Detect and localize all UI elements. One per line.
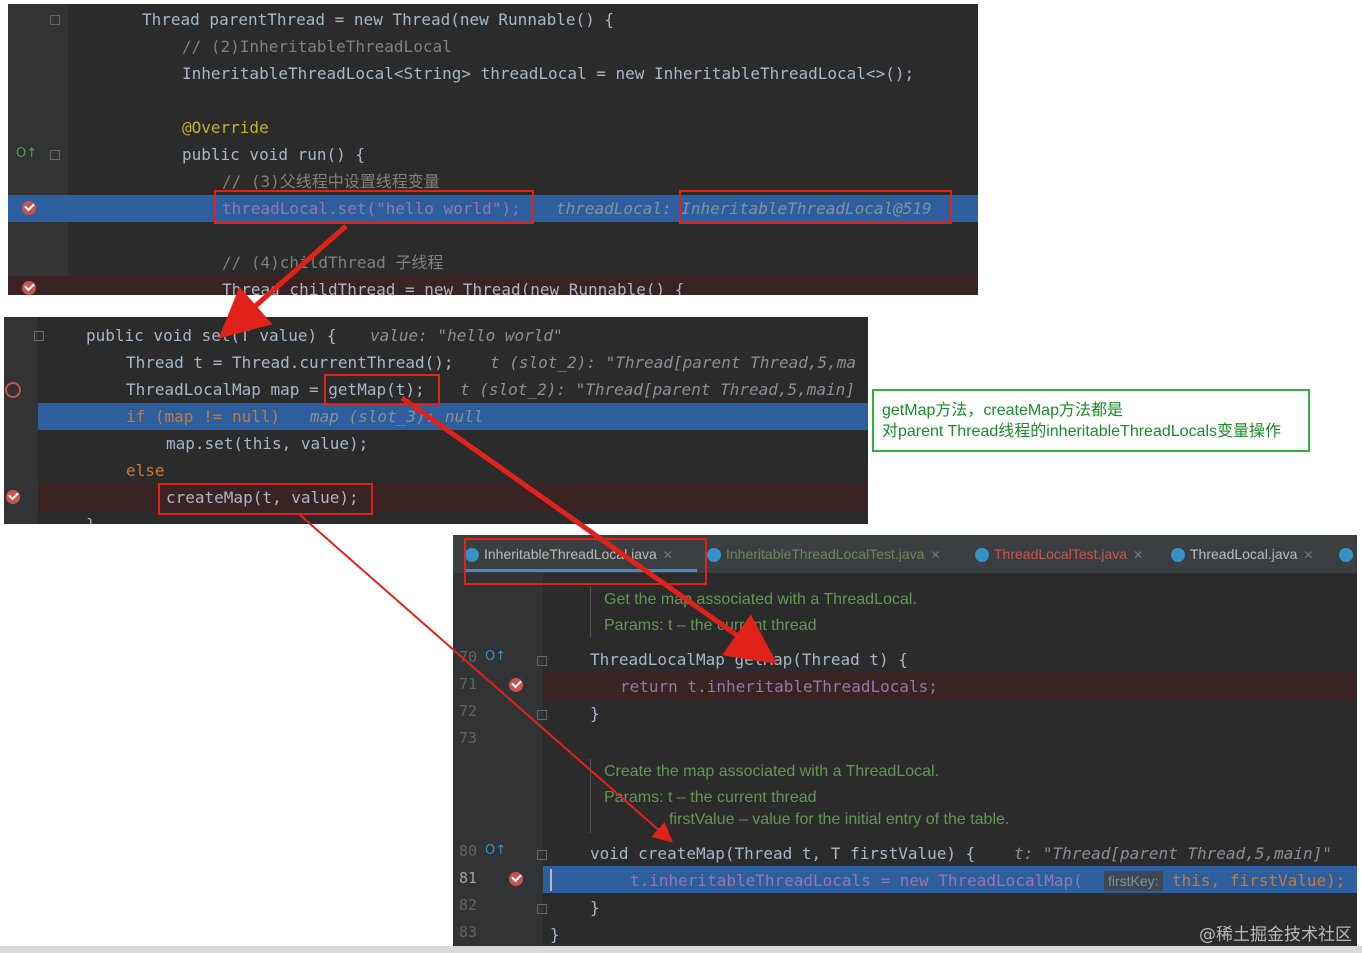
arrow-to-createmap — [299, 514, 674, 843]
arrow-to-getmap — [400, 395, 778, 664]
arrow-to-set — [218, 224, 348, 339]
annotation-arrows — [218, 224, 778, 843]
